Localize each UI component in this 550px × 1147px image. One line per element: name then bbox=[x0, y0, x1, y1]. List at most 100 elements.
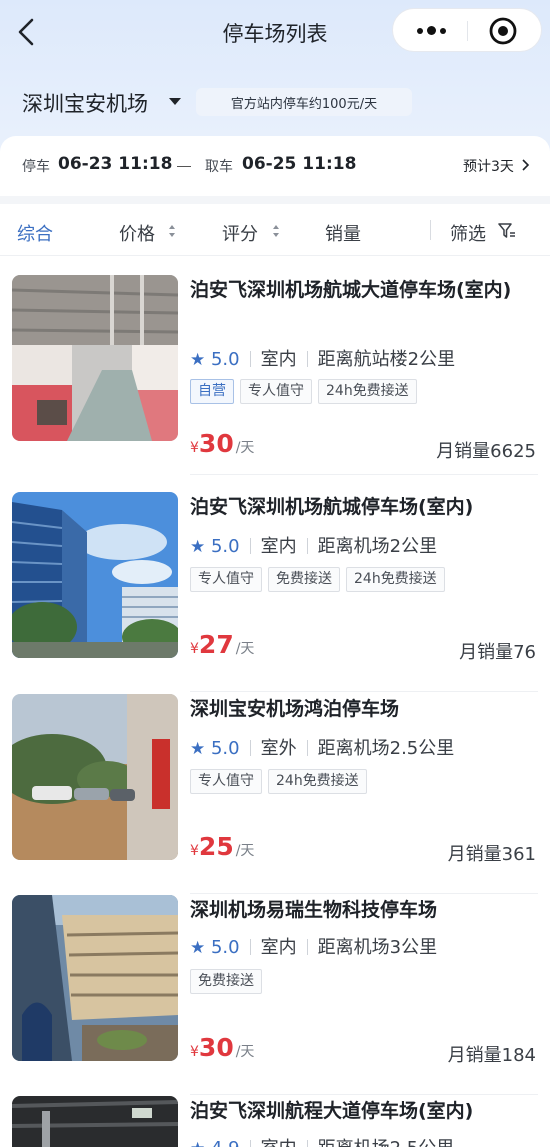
more-button[interactable] bbox=[407, 15, 457, 47]
sort-rating[interactable]: 评分 bbox=[222, 220, 258, 246]
price-value: 30 bbox=[198, 1033, 234, 1062]
lot-name: 泊安飞深圳机场航城停车场(室内) bbox=[190, 496, 474, 518]
sort-sales[interactable]: 销量 bbox=[325, 220, 361, 246]
lot-rating: 5.0 bbox=[210, 738, 240, 759]
meta-divider bbox=[306, 1140, 308, 1147]
mini-program-capsule bbox=[392, 8, 542, 52]
lot-tags: 自营 专人值守 24h免费接送 bbox=[190, 379, 417, 405]
currency-symbol: ¥ bbox=[190, 440, 199, 456]
lot-meta: ★ 5.0 室内 距离机场3公里 bbox=[190, 933, 437, 959]
lot-type: 室外 bbox=[260, 738, 297, 759]
duration-estimate[interactable]: 预计3天 bbox=[463, 156, 514, 176]
section-divider bbox=[0, 196, 550, 204]
lot-price: ¥27/天 bbox=[190, 630, 254, 660]
lot-distance: 距离机场2公里 bbox=[317, 536, 438, 557]
pickup-time: 06-25 11:18 bbox=[242, 154, 357, 174]
price-unit: /天 bbox=[235, 843, 255, 859]
sort-bar: 综合 价格 评分 销量 筛选 bbox=[0, 204, 550, 256]
park-time: 06-23 11:18 bbox=[58, 154, 173, 174]
lot-price: ¥30/天 bbox=[190, 429, 254, 459]
nav-bar: 停车场列表 bbox=[0, 0, 550, 64]
park-label: 停车 bbox=[22, 159, 50, 175]
tag: 专人值守 bbox=[240, 379, 312, 404]
meta-divider bbox=[249, 1140, 251, 1147]
currency-symbol: ¥ bbox=[190, 1044, 199, 1060]
tag: 自营 bbox=[190, 379, 234, 404]
meta-divider bbox=[249, 740, 251, 756]
lot-card[interactable]: 深圳宝安机场鸿泊停车场 ★ 5.0 室外 距离机场2.5公里 专人值守 24h免费接… bbox=[0, 694, 550, 894]
lot-rating: 5.0 bbox=[210, 349, 240, 370]
lot-rating: 5.0 bbox=[210, 536, 240, 557]
row-divider bbox=[190, 1094, 538, 1095]
sort-divider bbox=[430, 220, 431, 240]
tag: 免费接送 bbox=[190, 969, 262, 994]
star-icon: ★ bbox=[190, 739, 206, 759]
lot-name: 深圳宝安机场鸿泊停车场 bbox=[190, 698, 400, 720]
meta-divider bbox=[306, 939, 308, 955]
tag: 专人值守 bbox=[190, 567, 262, 592]
lot-name: 深圳机场易瑞生物科技停车场 bbox=[190, 899, 438, 921]
meta-divider bbox=[249, 939, 251, 955]
lot-meta: ★ 5.0 室内 距离机场2公里 bbox=[190, 532, 437, 558]
lot-rating: 4.9 bbox=[211, 1138, 240, 1147]
price-value: 30 bbox=[198, 429, 234, 458]
lot-card[interactable]: 泊安飞深圳航程大道停车场(室内) ★ 4.9 室内 距离机场2.5公里 bbox=[0, 1096, 550, 1147]
tag: 24h免费接送 bbox=[318, 379, 417, 404]
target-icon bbox=[489, 17, 517, 45]
sort-price[interactable]: 价格 bbox=[119, 220, 155, 246]
lot-name: 泊安飞深圳机场航城大道停车场(室内) bbox=[190, 279, 512, 301]
monthly-sales: 月销量184 bbox=[447, 1045, 536, 1066]
time-dash bbox=[177, 166, 191, 167]
price-unit: /天 bbox=[235, 641, 255, 657]
indoor-garage-photo bbox=[12, 275, 178, 441]
sort-arrows-icon bbox=[169, 225, 175, 237]
filter-icon bbox=[498, 223, 515, 238]
close-button[interactable] bbox=[487, 15, 519, 47]
glass-building-photo bbox=[12, 895, 178, 1061]
outdoor-lot-photo bbox=[12, 694, 178, 860]
row-divider bbox=[190, 893, 538, 894]
meta-divider bbox=[249, 538, 251, 554]
monthly-sales: 月销量6625 bbox=[436, 441, 536, 462]
monthly-sales: 月销量361 bbox=[447, 844, 536, 865]
pickup-label: 取车 bbox=[205, 159, 233, 175]
lot-photo bbox=[12, 694, 178, 860]
lot-photo bbox=[12, 275, 178, 441]
lot-tags: 专人值守 24h免费接送 bbox=[190, 769, 367, 795]
lot-meta: ★ 5.0 室内 距离航站楼2公里 bbox=[190, 345, 455, 371]
official-price-note: 官方站内停车约100元/天 bbox=[196, 88, 412, 116]
lot-card[interactable]: 泊安飞深圳机场航城大道停车场(室内) ★ 5.0 室内 距离航站楼2公里 自营 专人… bbox=[0, 275, 550, 475]
lot-distance: 距离机场3公里 bbox=[317, 937, 438, 958]
lot-tags: 免费接送 bbox=[190, 969, 262, 995]
more-dots-icon bbox=[417, 28, 423, 34]
star-icon: ★ bbox=[190, 938, 206, 958]
lot-type: 室内 bbox=[260, 349, 297, 370]
star-icon: ★ bbox=[190, 537, 206, 557]
monthly-sales: 月销量76 bbox=[459, 642, 536, 663]
price-value: 27 bbox=[198, 630, 234, 659]
lot-type: 室内 bbox=[261, 1138, 297, 1147]
lot-tags: 专人值守 免费接送 24h免费接送 bbox=[190, 567, 445, 593]
filter-button[interactable]: 筛选 bbox=[450, 220, 486, 246]
price-unit: /天 bbox=[235, 1044, 255, 1060]
meta-divider bbox=[306, 351, 308, 367]
lot-distance: 距离机场2.5公里 bbox=[318, 1138, 455, 1147]
lot-card[interactable]: 深圳机场易瑞生物科技停车场 ★ 5.0 室内 距离机场3公里 免费接送 ¥30/天 … bbox=[0, 895, 550, 1095]
row-divider bbox=[190, 474, 538, 475]
price-unit: /天 bbox=[235, 440, 255, 456]
more-dot bbox=[427, 26, 436, 35]
lot-photo bbox=[12, 1096, 178, 1147]
lot-name: 泊安飞深圳航程大道停车场(室内) bbox=[190, 1100, 474, 1122]
lot-meta: ★ 5.0 室外 距离机场2.5公里 bbox=[190, 734, 454, 760]
tag: 24h免费接送 bbox=[346, 567, 445, 592]
lot-distance: 距离机场2.5公里 bbox=[317, 738, 455, 759]
meta-divider bbox=[306, 740, 308, 756]
star-icon: ★ bbox=[190, 350, 206, 370]
lot-price: ¥25/天 bbox=[190, 832, 254, 862]
lot-photo bbox=[12, 895, 178, 1061]
lot-distance: 距离航站楼2公里 bbox=[317, 349, 456, 370]
sort-default[interactable]: 综合 bbox=[17, 220, 53, 246]
lot-rating: 5.0 bbox=[210, 937, 240, 958]
caret-down-icon bbox=[169, 98, 181, 105]
lot-card[interactable]: 泊安飞深圳机场航城停车场(室内) ★ 5.0 室内 距离机场2公里 专人值守 免费接… bbox=[0, 492, 550, 692]
